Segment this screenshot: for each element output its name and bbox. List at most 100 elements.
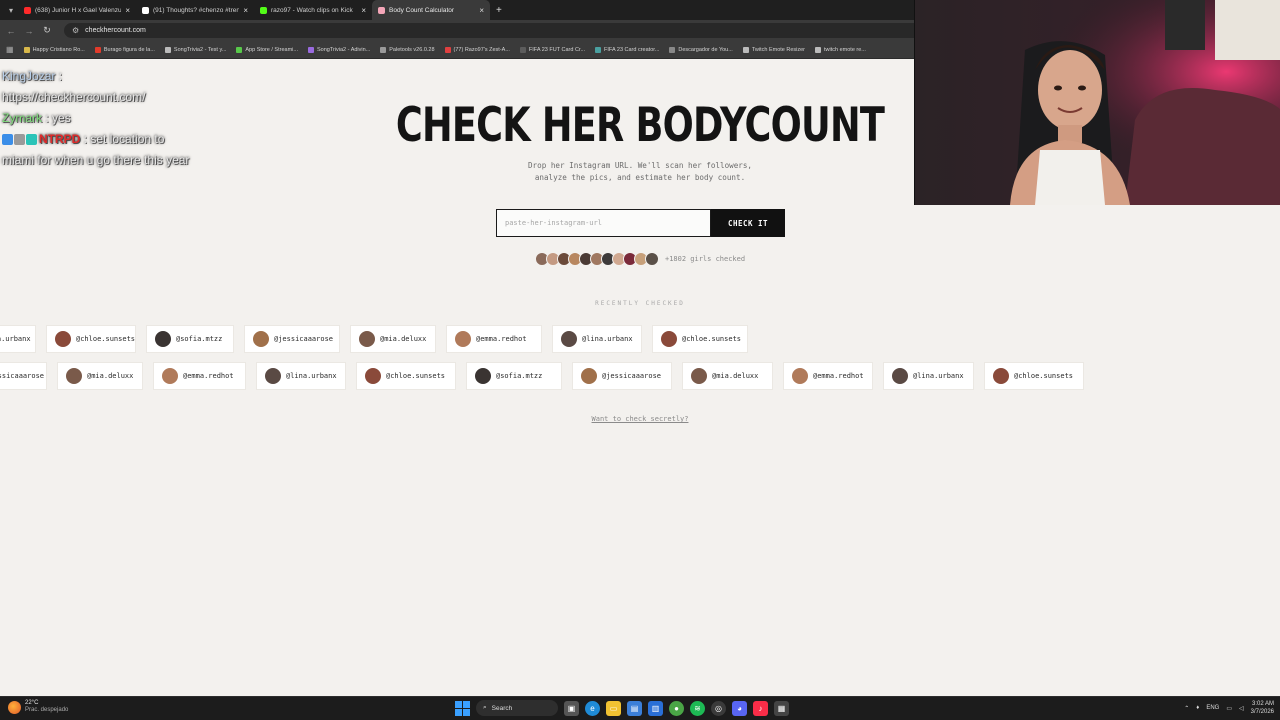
bookmark-item[interactable]: (77) Razo97's Zest-A... — [444, 46, 510, 53]
search-icon: ⌕ — [483, 704, 487, 711]
tab-close-icon[interactable]: × — [243, 6, 248, 15]
recent-check-chip[interactable]: @jessicaaarose — [0, 362, 47, 390]
back-icon[interactable]: ← — [6, 26, 16, 36]
bookmark-item[interactable]: twitch emote re... — [815, 46, 866, 53]
instagram-url-input[interactable] — [496, 209, 711, 237]
forward-icon[interactable]: → — [24, 26, 34, 36]
recent-handle: @emma.redhot — [813, 372, 864, 380]
tray-expand-icon[interactable]: ⌃ — [1184, 705, 1189, 712]
app-icon[interactable]: ▦ — [774, 700, 789, 716]
task-view-icon[interactable]: ▣ — [564, 700, 579, 716]
recent-check-chip[interactable]: @mia.deluxx — [682, 362, 773, 390]
tab-close-icon[interactable]: × — [361, 6, 366, 15]
tab-search-icon[interactable]: ▾ — [4, 6, 18, 15]
browser-tab[interactable]: (91) Thoughts? #chenzo #trend × — [136, 0, 254, 20]
avatar — [792, 368, 808, 384]
recent-check-chip[interactable]: @chloe.sunsets — [356, 362, 456, 390]
recent-check-chip[interactable]: @emma.redhot — [446, 325, 542, 353]
recent-check-chip[interactable]: @chloe.sunsets — [652, 325, 748, 353]
bookmark-item[interactable]: Paletools v26.0.28 — [380, 46, 435, 53]
chrome-icon[interactable]: ● — [669, 700, 684, 716]
recent-check-chip[interactable]: @lina.urbanx — [552, 325, 642, 353]
recent-handle: @jessicaaarose — [274, 335, 334, 343]
recent-check-chip[interactable]: @chloe.sunsets — [46, 325, 136, 353]
volume-icon[interactable]: ◁ — [1239, 705, 1244, 712]
avatar-stack — [535, 252, 659, 266]
recent-handle: @lina.urbanx — [0, 335, 31, 343]
recent-check-chip[interactable]: @jessicaaarose — [572, 362, 672, 390]
bookmark-favicon-icon — [23, 46, 30, 53]
photos-icon[interactable]: ▤ — [627, 700, 642, 716]
recent-check-chip[interactable]: @lina.urbanx — [883, 362, 974, 390]
weather-widget[interactable]: 22°C Prac. despejado — [8, 700, 68, 714]
recent-handle: @chloe.sunsets — [682, 335, 742, 343]
obs-icon[interactable]: ◎ — [711, 700, 726, 716]
avatar — [253, 331, 269, 347]
taskbar-search-label: Search — [491, 704, 513, 712]
bookmark-item[interactable]: Twitch Emote Resizer — [742, 46, 805, 53]
windows-start-icon[interactable] — [455, 700, 470, 716]
social-proof: +1802 girls checked — [535, 252, 745, 266]
file-explorer-icon[interactable]: ▭ — [606, 700, 621, 716]
recent-handle: @lina.urbanx — [913, 372, 964, 380]
music-icon[interactable]: ♪ — [753, 700, 768, 716]
avatar — [66, 368, 82, 384]
bookmark-item[interactable]: FIFA 23 Card creator... — [595, 46, 660, 53]
avatar — [265, 368, 281, 384]
recent-check-chip[interactable]: @sofia.mtzz — [466, 362, 562, 390]
recent-check-chip[interactable]: @jessicaaarose — [244, 325, 340, 353]
avatar — [892, 368, 908, 384]
recent-check-chip[interactable]: @mia.deluxx — [57, 362, 143, 390]
bookmark-item[interactable]: Happy Cristiano Ro... — [23, 46, 85, 53]
secret-check-link[interactable]: Want to check secretly? — [592, 415, 689, 423]
apps-grid-icon[interactable]: ▦ — [6, 45, 14, 54]
taskbar-search[interactable]: ⌕ Search — [476, 700, 558, 716]
chat-username: Zymark — [2, 111, 42, 125]
bookmark-item[interactable]: SongTrivia2 - Adivin... — [307, 46, 371, 53]
bookmark-label: SongTrivia2 - Test y... — [173, 46, 227, 53]
language-indicator[interactable]: ENG — [1206, 705, 1219, 711]
network-icon[interactable]: ▭ — [1226, 705, 1232, 712]
reload-icon[interactable]: ↻ — [42, 25, 52, 36]
browser-tab[interactable]: razo97 - Watch clips on Kick × — [254, 0, 372, 20]
windows-taskbar: 22°C Prac. despejado ⌕ Search ▣ e ▭ ▤ ▥ … — [0, 696, 1280, 720]
browser-tab[interactable]: (638) Junior H x Gael Valenzuela × — [18, 0, 136, 20]
tab-favicon-icon — [24, 6, 31, 14]
bookmark-item[interactable]: App Store / Streami... — [236, 46, 298, 53]
browser-tab[interactable]: Body Count Calculator × — [372, 0, 490, 20]
avatar — [365, 368, 381, 384]
tab-close-icon[interactable]: × — [479, 6, 484, 15]
new-tab-button[interactable]: + — [490, 5, 502, 16]
avatar — [993, 368, 1009, 384]
check-it-button[interactable]: CHECK IT — [711, 209, 785, 237]
bookmark-favicon-icon — [815, 46, 822, 53]
recently-checked-label: RECENTLY CHECKED — [595, 300, 685, 307]
checked-count: +1802 girls checked — [665, 255, 746, 263]
url-field[interactable]: ⚙ checkhercount.com — [64, 23, 924, 38]
site-info-icon[interactable]: ⚙ — [72, 26, 79, 35]
bookmark-label: App Store / Streami... — [245, 46, 298, 53]
edge-icon[interactable]: e — [585, 700, 600, 716]
recent-check-chip[interactable]: @lina.urbanx — [256, 362, 346, 390]
recent-check-chip[interactable]: @emma.redhot — [153, 362, 246, 390]
recent-check-chip[interactable]: @chloe.sunsets — [984, 362, 1084, 390]
store-icon[interactable]: ▥ — [648, 700, 663, 716]
tab-close-icon[interactable]: × — [125, 6, 130, 15]
recent-check-chip[interactable]: @sofia.mtzz — [146, 325, 234, 353]
bookmark-favicon-icon — [307, 46, 314, 53]
clock-time: 3:02 AM — [1251, 701, 1274, 707]
bookmark-item[interactable]: FIFA 23 FUT Card Cr... — [519, 46, 585, 53]
recent-check-chip[interactable]: @mia.deluxx — [350, 325, 436, 353]
bookmark-label: FIFA 23 Card creator... — [604, 46, 660, 53]
clock[interactable]: 3:02 AM 3/7/2026 — [1251, 700, 1274, 716]
recent-check-chip[interactable]: @lina.urbanx — [0, 325, 36, 353]
spotify-icon[interactable]: ≋ — [690, 700, 705, 716]
microphone-icon[interactable]: ♦ — [1196, 705, 1199, 711]
chat-text: https://checkhercount.com/ — [2, 90, 146, 104]
bookmark-item[interactable]: SongTrivia2 - Test y... — [164, 46, 227, 53]
bookmark-label: SongTrivia2 - Adivin... — [316, 46, 371, 53]
discord-icon[interactable]: ◕ — [732, 700, 747, 716]
bookmark-item[interactable]: Burago figura de la... — [94, 46, 155, 53]
recent-check-chip[interactable]: @emma.redhot — [783, 362, 873, 390]
bookmark-item[interactable]: Descargador de You... — [669, 46, 733, 53]
